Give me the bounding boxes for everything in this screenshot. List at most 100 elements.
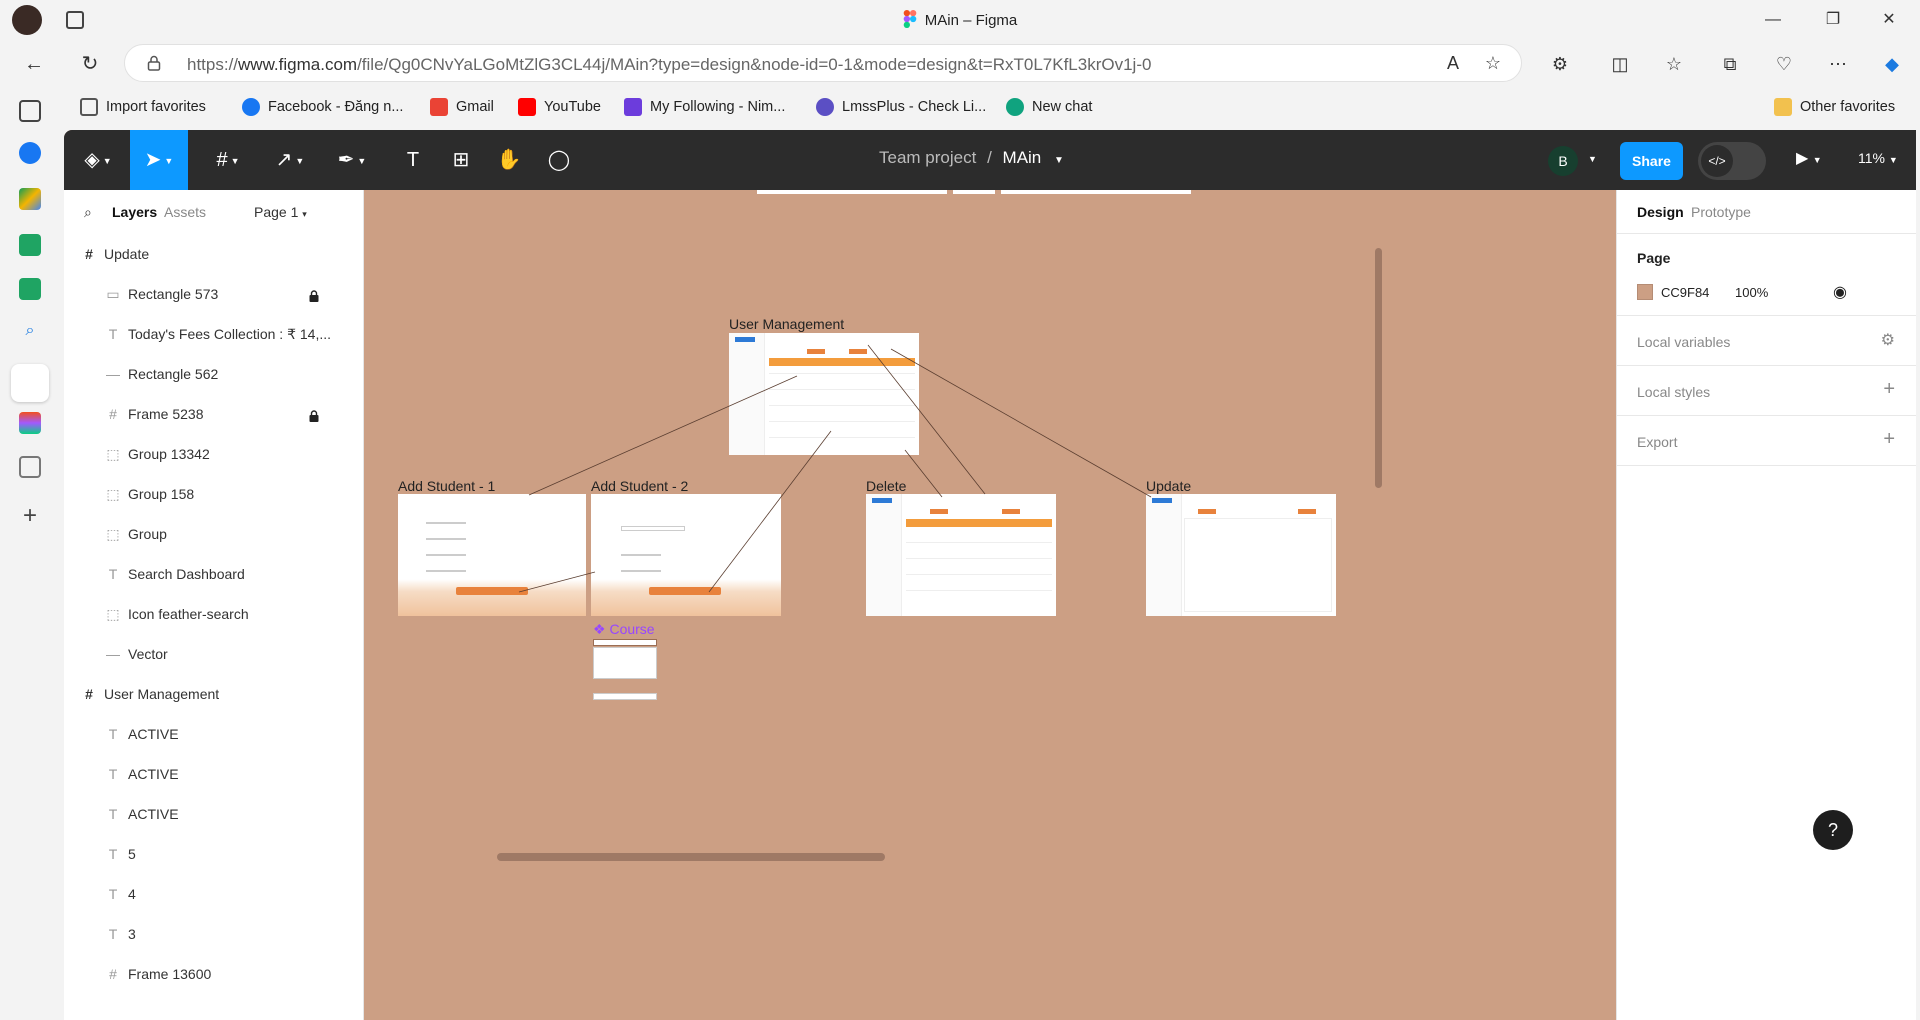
layer-row[interactable]: T ACTIVE xyxy=(64,794,364,834)
minimize-button[interactable]: — xyxy=(1750,6,1796,34)
sheets-icon[interactable] xyxy=(19,234,41,256)
extensions-icon[interactable]: ⚙ xyxy=(1548,52,1572,76)
text-tool-button[interactable]: T xyxy=(388,130,438,190)
page-selector[interactable]: Page 1 ▾ xyxy=(254,204,307,220)
url-field[interactable]: https://www.figma.com/file/Qg0CNvYaLGoMt… xyxy=(124,44,1522,82)
favorite-youtube[interactable]: YouTube xyxy=(518,96,601,118)
favorite-import[interactable]: Import favorites xyxy=(80,96,206,118)
tab-prototype[interactable]: Prototype xyxy=(1691,204,1751,220)
split-screen-icon[interactable]: ◫ xyxy=(1608,52,1632,76)
layer-row[interactable]: T ACTIVE xyxy=(64,714,364,754)
read-aloud-icon[interactable]: A xyxy=(1441,51,1465,75)
add-export-icon[interactable]: + xyxy=(1883,428,1895,451)
shape-tool-button[interactable]: ↗ ▼ xyxy=(260,130,320,190)
file-name[interactable]: MAin xyxy=(1003,148,1042,167)
lock-icon xyxy=(147,55,161,71)
more-menu-icon[interactable]: ⋯ xyxy=(1826,52,1850,76)
layer-row[interactable]: T Today's Fees Collection : ₹ 14,... xyxy=(64,314,364,354)
maximize-button[interactable]: ❐ xyxy=(1810,6,1856,34)
chatgpt-icon xyxy=(1006,98,1024,116)
layer-frame-row[interactable]: # Update xyxy=(64,234,364,274)
chevron-down-icon[interactable]: ▼ xyxy=(1588,154,1597,164)
layer-row[interactable]: ▭ Rectangle 573 xyxy=(64,274,364,314)
layer-type-icon: T xyxy=(108,326,118,342)
calendar-icon[interactable] xyxy=(19,456,41,478)
search-layers-icon[interactable]: ⌕ xyxy=(84,204,92,221)
breadcrumb: Team project / MAin ▼ xyxy=(879,148,1064,168)
variables-settings-icon[interactable]: ⚙ xyxy=(1881,330,1895,350)
page-color-hex[interactable]: CC9F84 xyxy=(1661,285,1709,300)
figma-app-icon-active[interactable] xyxy=(11,364,49,402)
layer-row[interactable]: ⬚ Group 158 xyxy=(64,474,364,514)
layer-row[interactable]: ⬚ Group xyxy=(64,514,364,554)
eye-icon[interactable]: ◉ xyxy=(1833,282,1847,302)
frame-tool-button[interactable]: # ▼ xyxy=(198,130,258,190)
page-color-opacity[interactable]: 100% xyxy=(1735,285,1768,300)
layer-row[interactable]: # Frame 5238 xyxy=(64,394,364,434)
design-canvas[interactable]: User Management Add Student - 1 Add Stud… xyxy=(365,190,1616,1020)
hand-tool-button[interactable]: ✋ xyxy=(484,130,534,190)
dev-mode-toggle[interactable]: </> xyxy=(1698,142,1766,180)
favorite-gmail[interactable]: Gmail xyxy=(430,96,494,118)
zoom-level[interactable]: 11% ▼ xyxy=(1858,150,1898,166)
figma-app-icon[interactable] xyxy=(19,412,41,434)
figma-app: ◈ ▼ ➤ ▼ # ▼ ↗ ▼ ✒ ▼ T ⊞ ✋ ◯ Team project / MA… xyxy=(64,130,1916,1020)
breadcrumb-team[interactable]: Team project xyxy=(879,148,976,167)
search-sidebar-icon[interactable]: ⌕ xyxy=(19,322,41,344)
sheets-icon-2[interactable] xyxy=(19,278,41,300)
close-button[interactable]: ✕ xyxy=(1866,6,1912,34)
favorite-facebook[interactable]: Facebook - Đăng n... xyxy=(242,96,403,118)
copilot-icon[interactable]: ◆ xyxy=(1880,52,1904,76)
chevron-down-icon[interactable]: ▼ xyxy=(1054,155,1064,166)
main-menu-button[interactable]: ◈ ▼ xyxy=(68,130,128,190)
refresh-button[interactable]: ↻ xyxy=(74,50,106,78)
add-sidebar-icon[interactable]: + xyxy=(19,504,41,528)
layer-frame-row[interactable]: # User Management xyxy=(64,674,364,714)
lock-icon[interactable] xyxy=(309,409,319,422)
layer-row[interactable]: T4 xyxy=(64,874,364,914)
facebook-app-icon[interactable] xyxy=(19,142,41,164)
design-panel: Design Prototype Page CC9F84 100% ◉ Loca… xyxy=(1616,190,1916,1020)
present-button[interactable]: ▶ ▼ xyxy=(1796,148,1822,168)
layer-row[interactable]: — Rectangle 562 xyxy=(64,354,364,394)
pen-tool-button[interactable]: ✒ ▼ xyxy=(322,130,382,190)
favorite-lmssplus[interactable]: LmssPlus - Check Li... xyxy=(816,96,986,118)
share-button[interactable]: Share xyxy=(1620,142,1683,180)
back-button[interactable]: ← xyxy=(18,50,50,78)
drive-icon[interactable] xyxy=(19,188,41,210)
layer-row[interactable]: T Search Dashboard xyxy=(64,554,364,594)
favorites-icon[interactable]: ☆ xyxy=(1662,52,1686,76)
collections-icon[interactable]: ⧉ xyxy=(1718,52,1742,76)
layer-row[interactable]: ⬚ Group 13342 xyxy=(64,434,364,474)
favorite-following[interactable]: My Following - Nim... xyxy=(624,96,785,118)
add-style-icon[interactable]: + xyxy=(1883,378,1895,401)
layer-type-icon: ▭ xyxy=(106,286,120,302)
browser-essentials-icon[interactable]: ♡ xyxy=(1772,52,1796,76)
layer-row[interactable]: ⬚ Icon feather-search xyxy=(64,594,364,634)
local-variables-section[interactable]: Local variables ⚙ xyxy=(1617,316,1916,366)
move-tool-button[interactable]: ➤ ▼ xyxy=(130,130,188,190)
other-favorites[interactable]: Other favorites xyxy=(1774,96,1895,118)
lock-icon[interactable] xyxy=(309,289,319,302)
horizontal-scrollbar[interactable] xyxy=(497,853,885,861)
page-color-swatch[interactable] xyxy=(1637,284,1653,300)
favorite-new-chat[interactable]: New chat xyxy=(1006,96,1092,118)
export-section[interactable]: Export + xyxy=(1617,416,1916,466)
tab-assets[interactable]: Assets xyxy=(164,204,206,220)
user-avatar[interactable]: B xyxy=(1548,146,1578,176)
comment-tool-button[interactable]: ◯ xyxy=(534,130,584,190)
layer-row[interactable]: — Vector xyxy=(64,634,364,674)
tab-design[interactable]: Design xyxy=(1637,204,1684,220)
resources-tool-button[interactable]: ⊞ xyxy=(436,130,486,190)
vertical-scrollbar[interactable] xyxy=(1375,248,1382,488)
layer-row[interactable]: T ACTIVE xyxy=(64,754,364,794)
help-button[interactable]: ? xyxy=(1813,810,1853,850)
layer-row[interactable]: T3 xyxy=(64,914,364,954)
layer-row[interactable]: # Frame 13600 xyxy=(64,954,364,994)
favorite-star-icon[interactable]: ☆ xyxy=(1481,51,1505,75)
tab-sidebar-icon[interactable] xyxy=(19,100,41,122)
local-styles-section[interactable]: Local styles + xyxy=(1617,366,1916,416)
facebook-icon xyxy=(242,98,260,116)
tab-layers[interactable]: Layers xyxy=(112,204,157,220)
layer-row[interactable]: T5 xyxy=(64,834,364,874)
